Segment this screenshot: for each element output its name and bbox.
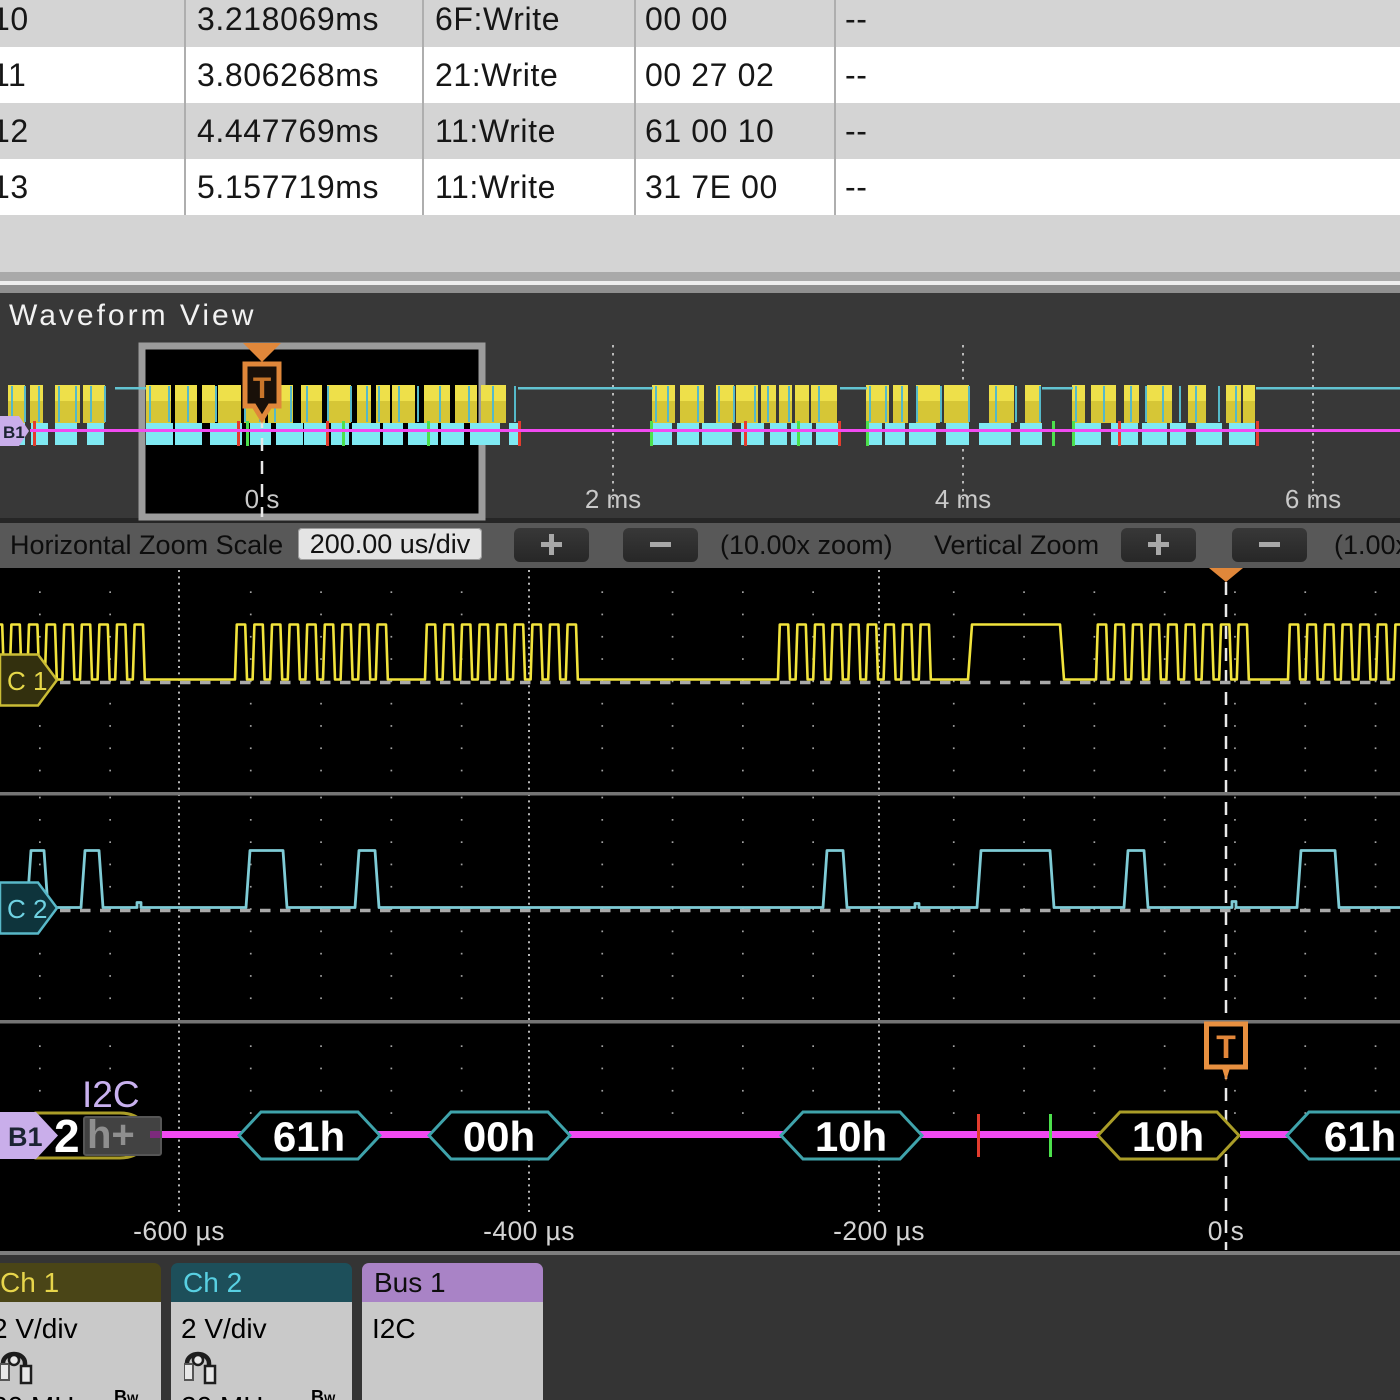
svg-text:10h: 10h: [815, 1113, 887, 1160]
svg-text:C 1: C 1: [7, 666, 47, 696]
svg-text:2 ms: 2 ms: [585, 484, 641, 514]
svg-text:I2C: I2C: [82, 1074, 140, 1115]
svg-text:61h: 61h: [1324, 1113, 1396, 1160]
svg-text:T: T: [1216, 1029, 1236, 1065]
svg-text:-600 µs: -600 µs: [133, 1216, 225, 1246]
svg-text:h+: h+: [87, 1113, 135, 1157]
svg-text:T: T: [253, 372, 271, 405]
svg-text:B1: B1: [8, 1122, 43, 1152]
svg-text:2: 2: [54, 1110, 80, 1162]
svg-text:0 s: 0 s: [1208, 1216, 1245, 1246]
svg-text:0 s: 0 s: [245, 484, 280, 514]
svg-text:C 2: C 2: [7, 894, 47, 924]
svg-text:4 ms: 4 ms: [935, 484, 991, 514]
svg-text:-400 µs: -400 µs: [483, 1216, 575, 1246]
svg-text:-200 µs: -200 µs: [833, 1216, 925, 1246]
svg-text:10h: 10h: [1132, 1113, 1204, 1160]
svg-text:00h: 00h: [463, 1113, 535, 1160]
svg-text:6 ms: 6 ms: [1285, 484, 1341, 514]
svg-text:B1: B1: [3, 423, 25, 442]
svg-text:61h: 61h: [273, 1113, 345, 1160]
